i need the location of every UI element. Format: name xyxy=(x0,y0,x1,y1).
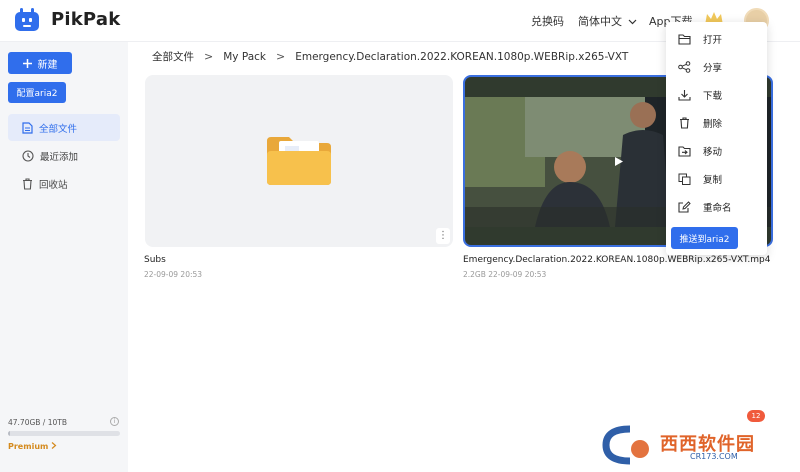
download-icon xyxy=(678,90,691,101)
play-icon[interactable] xyxy=(615,157,623,166)
menu-item-label: 删除 xyxy=(703,119,723,130)
sidebar-item-recent[interactable]: 最近添加 xyxy=(8,142,120,169)
menu-item-download[interactable]: 下载 xyxy=(678,85,722,105)
menu-item-copy[interactable]: 复制 xyxy=(678,169,722,189)
redeem-code-link[interactable]: 兑换码 xyxy=(531,13,564,29)
menu-item-label: 下载 xyxy=(703,91,723,102)
breadcrumb: 全部文件 > My Pack > Emergency.Declaration.2… xyxy=(152,49,628,64)
file-meta: 2.2GB 22-09-09 20:53 xyxy=(463,270,547,279)
chevron-right-icon: > xyxy=(204,50,214,63)
menu-item-rename[interactable]: 重命名 xyxy=(678,197,732,217)
new-button-label: 新建 xyxy=(37,59,58,71)
language-label: 简体中文 xyxy=(578,15,622,28)
storage-usage-text: 47.70GB / 10TB xyxy=(8,418,67,427)
folder-icon xyxy=(267,137,331,185)
menu-item-label: 移动 xyxy=(703,147,723,158)
copy-icon xyxy=(678,173,691,185)
menu-item-label: 打开 xyxy=(703,35,723,46)
menu-item-open[interactable]: 打开 xyxy=(678,29,722,49)
sidebar-item-all-files[interactable]: 全部文件 xyxy=(8,114,120,141)
info-icon[interactable]: i xyxy=(110,417,119,426)
file-meta: 22-09-09 20:53 xyxy=(144,270,203,279)
trash-icon xyxy=(23,177,32,190)
chevron-down-icon xyxy=(628,19,636,25)
sidebar-item-label: 最近添加 xyxy=(40,151,79,163)
premium-link[interactable]: Premium xyxy=(8,442,57,451)
sidebar-item-trash[interactable]: 回收站 xyxy=(8,170,120,197)
app-name[interactable]: PikPak xyxy=(51,9,120,30)
trash-icon xyxy=(680,117,689,129)
breadcrumb-item-current: Emergency.Declaration.2022.KOREAN.1080p.… xyxy=(295,50,629,63)
sidebar: 新建 配置aria2 全部文件 最近添加 回收站 47.70GB / 10TB … xyxy=(0,42,128,472)
move-icon xyxy=(678,145,691,157)
plus-icon xyxy=(22,58,32,68)
watermark-subtext: CR173.COM xyxy=(690,452,738,461)
menu-item-label: 分享 xyxy=(703,63,723,74)
menu-item-delete[interactable]: 删除 xyxy=(678,113,722,133)
menu-item-move[interactable]: 移动 xyxy=(678,141,722,161)
breadcrumb-item-folder[interactable]: My Pack xyxy=(223,51,266,63)
file-card-folder[interactable]: ⋮ xyxy=(145,75,453,247)
menu-item-share[interactable]: 分享 xyxy=(678,57,722,77)
rename-icon xyxy=(678,201,691,213)
file-name[interactable]: Emergency.Declaration.2022.KOREAN.1080p.… xyxy=(463,255,771,265)
clock-icon xyxy=(22,149,34,162)
context-menu: 打开 分享 下载 删除 移动 复制 重命名 推送到aria2 xyxy=(666,22,767,255)
breadcrumb-item-root[interactable]: 全部文件 xyxy=(152,49,194,64)
configure-aria2-button[interactable]: 配置aria2 xyxy=(8,82,66,103)
premium-label: Premium xyxy=(8,442,49,451)
folder-open-icon xyxy=(678,33,691,45)
chevron-right-icon: > xyxy=(275,50,286,63)
chevron-right-icon xyxy=(51,442,57,449)
sidebar-item-label: 回收站 xyxy=(39,179,68,191)
menu-item-label: 复制 xyxy=(703,175,723,186)
menu-item-label: 重命名 xyxy=(703,203,732,214)
more-options-icon[interactable]: ⋮ xyxy=(436,228,450,244)
language-selector[interactable]: 简体中文 xyxy=(578,13,637,29)
file-icon xyxy=(22,121,33,134)
notification-badge[interactable]: 12 xyxy=(747,410,765,422)
sidebar-item-label: 全部文件 xyxy=(39,123,78,135)
storage-progress-bar xyxy=(8,431,120,436)
push-to-aria2-button[interactable]: 推送到aria2 xyxy=(671,227,738,249)
share-icon xyxy=(678,61,691,73)
storage-progress-fill xyxy=(8,431,11,436)
file-name[interactable]: Subs xyxy=(144,255,166,265)
pikpak-logo-icon[interactable] xyxy=(14,8,40,32)
new-button[interactable]: 新建 xyxy=(8,52,72,74)
